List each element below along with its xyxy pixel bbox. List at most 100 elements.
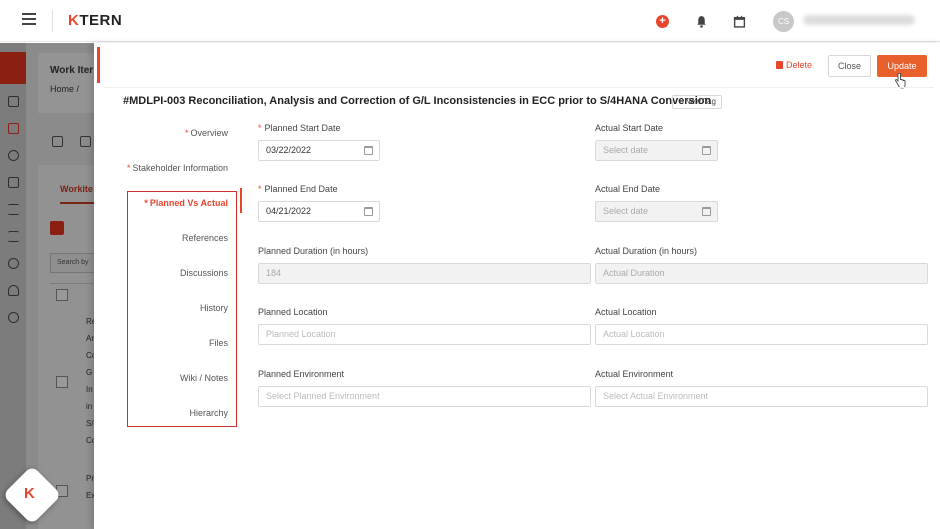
actual-environment-select[interactable]: Select Actual Environment <box>595 386 928 407</box>
close-button[interactable]: Close <box>828 55 871 77</box>
background-title: Work Iter <box>50 65 94 76</box>
calendar-icon[interactable] <box>364 146 373 155</box>
calendar-icon[interactable] <box>733 15 746 28</box>
actual-location-label: Actual Location <box>595 307 657 317</box>
calendar-icon[interactable] <box>364 207 373 216</box>
nav-item-label: References <box>181 233 228 243</box>
rocket-icon[interactable] <box>8 285 19 296</box>
nav-item-history[interactable]: History <box>200 303 228 313</box>
planned-environment-label: Planned Environment <box>258 369 345 379</box>
delete-button[interactable]: Delete <box>772 55 816 77</box>
actual-end-date-input[interactable]: Select date <box>595 201 718 222</box>
actual-start-date-label: Actual Start Date <box>595 123 664 133</box>
label-text: Planned End Date <box>264 184 338 194</box>
nav-item-label: Stakeholder Information <box>132 163 228 173</box>
app-logo[interactable]: KTERN <box>68 12 122 29</box>
row-checkbox[interactable] <box>56 376 68 388</box>
input-value: 03/22/2022 <box>266 145 312 155</box>
download-icon[interactable] <box>80 136 91 147</box>
planned-location-input[interactable]: Planned Location <box>258 324 591 345</box>
planned-start-date-label: * Planned Start Date <box>258 123 341 133</box>
add-icon[interactable]: + <box>656 15 669 28</box>
toolbar-divider <box>104 87 934 88</box>
actual-end-date-label: Actual End Date <box>595 184 661 194</box>
planned-end-date-label: * Planned End Date <box>258 184 338 194</box>
row-text: In <box>86 385 93 394</box>
filter-button[interactable] <box>50 221 64 235</box>
rail-active-item[interactable] <box>0 52 26 84</box>
trash-icon <box>775 61 783 69</box>
nav-item-discussions[interactable]: Discussions <box>180 268 228 278</box>
nav-item-label: History <box>199 303 228 313</box>
tab-workitems[interactable]: Workite <box>60 184 93 194</box>
nav-item-overview[interactable]: * Overview <box>185 128 228 138</box>
nav-item-references[interactable]: References <box>182 233 228 243</box>
avatar[interactable]: CS <box>773 11 794 32</box>
nav-item-label: Files <box>208 338 228 348</box>
input-value: 04/21/2022 <box>266 206 312 216</box>
nav-item-label: Wiki / Notes <box>179 373 228 383</box>
nav-item-wiki-notes[interactable]: Wiki / Notes <box>180 373 228 383</box>
calendar-icon[interactable] <box>702 146 711 155</box>
username-redacted[interactable] <box>803 15 915 25</box>
nav-item-hierarchy[interactable]: Hierarchy <box>189 408 228 418</box>
required-marker: * <box>258 184 262 194</box>
row-text: Re <box>86 317 94 326</box>
row-text: in <box>86 402 93 411</box>
planned-environment-select[interactable]: Select Planned Environment <box>258 386 591 407</box>
logo-k: K <box>68 12 80 29</box>
planned-end-date-input[interactable]: 04/21/2022 <box>258 201 380 222</box>
nav-item-files[interactable]: Files <box>209 338 228 348</box>
required-marker: * <box>184 128 189 138</box>
required-marker: * <box>144 198 148 208</box>
nav-item-planned-vs-actual[interactable]: * Planned Vs Actual <box>144 198 228 208</box>
nav-active-indicator <box>240 188 242 213</box>
settings-icon[interactable] <box>8 312 19 323</box>
background-page: Work Iter Home / Workite Search by Re Ar… <box>0 43 94 529</box>
grid-icon[interactable] <box>8 123 19 134</box>
edit-icon[interactable] <box>52 136 63 147</box>
location-icon[interactable] <box>8 150 19 161</box>
row-text: Co <box>86 351 94 360</box>
row-text: Ar <box>86 334 94 343</box>
top-header: KTERN + CS <box>0 0 940 42</box>
calendar-icon[interactable] <box>702 207 711 216</box>
actual-location-input[interactable]: Actual Location <box>595 324 928 345</box>
row-text: Pr <box>86 474 94 483</box>
select-all-checkbox[interactable] <box>56 289 68 301</box>
transfer-icon[interactable] <box>8 204 19 215</box>
hamburger-menu-icon[interactable] <box>22 13 36 25</box>
delete-label: Delete <box>785 60 812 70</box>
required-marker: * <box>126 163 131 173</box>
header-divider <box>52 10 53 32</box>
home-icon[interactable] <box>8 96 19 107</box>
logo-text: TERN <box>79 12 123 29</box>
new-tag-button[interactable]: + New Tag <box>672 95 722 109</box>
input-placeholder: Select date <box>603 206 649 216</box>
table-divider <box>50 283 94 284</box>
board-icon[interactable] <box>8 177 19 188</box>
drawer-accent-bar <box>97 47 100 83</box>
dashboard-icon[interactable] <box>8 258 19 269</box>
row-text: S/ <box>86 419 94 428</box>
actual-duration-input[interactable]: Actual Duration <box>595 263 928 284</box>
breadcrumb[interactable]: Home / <box>50 84 79 94</box>
planned-duration-input[interactable]: 184 <box>258 263 591 284</box>
actual-start-date-input[interactable]: Select date <box>595 140 718 161</box>
row-text: G <box>86 368 93 377</box>
background-title-panel <box>38 53 94 113</box>
row-text: Ex <box>86 491 94 500</box>
list-icon[interactable] <box>8 231 19 242</box>
work-item-drawer: Delete Close Update #MDLPI-003 Reconcili… <box>94 43 940 529</box>
search-input[interactable]: Search by <box>50 253 94 273</box>
bell-icon[interactable] <box>695 15 708 28</box>
nav-item-label: Planned Vs Actual <box>149 198 228 208</box>
planned-location-label: Planned Location <box>258 307 328 317</box>
nav-item-label: Discussions <box>179 268 228 278</box>
nav-item-label: Hierarchy <box>189 408 228 418</box>
tab-underline <box>60 202 94 204</box>
planned-duration-label: Planned Duration (in hours) <box>258 246 369 256</box>
actual-duration-label: Actual Duration (in hours) <box>595 246 698 256</box>
planned-start-date-input[interactable]: 03/22/2022 <box>258 140 380 161</box>
nav-item-stakeholder-information[interactable]: * Stakeholder Information <box>127 163 228 173</box>
